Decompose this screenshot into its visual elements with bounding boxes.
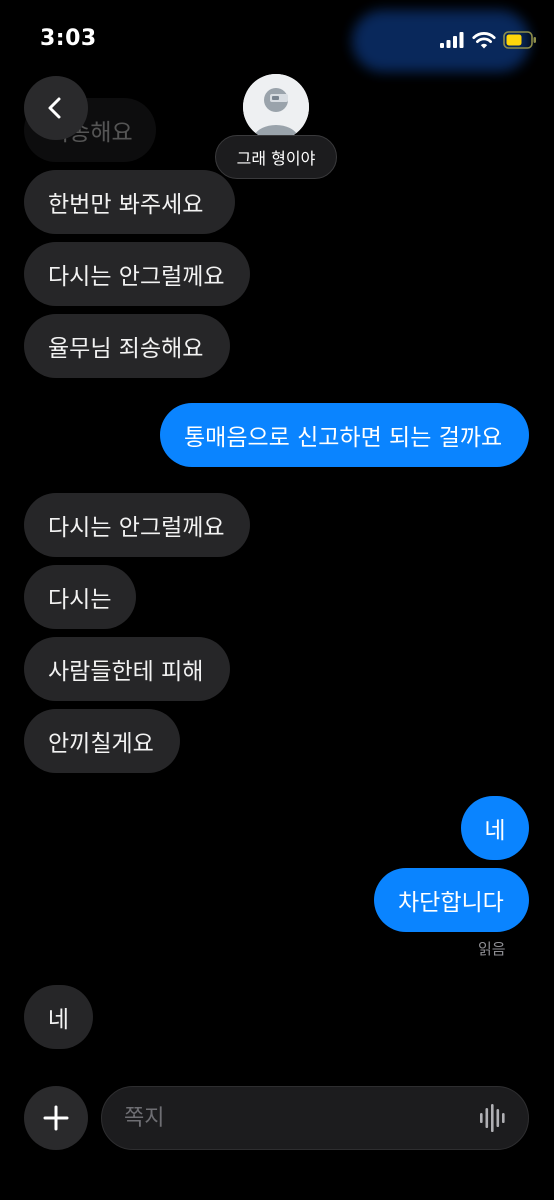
add-attachment-button[interactable] — [24, 1086, 88, 1150]
contact-avatar[interactable] — [243, 74, 309, 140]
message-bubble-incoming: 다시는 — [24, 565, 136, 629]
message-bubble-outgoing: 네 — [461, 796, 529, 860]
contact-name[interactable]: 그래 형이야 — [215, 135, 337, 179]
back-button[interactable] — [24, 76, 88, 140]
message-bubble-incoming: 다시는 안그럴께요 — [24, 242, 250, 306]
default-profile-icon — [243, 74, 309, 140]
wifi-icon — [472, 32, 496, 49]
voice-waveform-icon[interactable] — [478, 1102, 510, 1134]
message-bubble-incoming: 한번만 봐주세요 — [24, 170, 235, 234]
message-bubble-incoming: 사람들한테 피해 — [24, 637, 230, 701]
message-bubble-incoming: 안끼칠게요 — [24, 709, 180, 773]
read-receipt: 읽음 — [478, 940, 506, 958]
message-bubble-incoming: 네 — [24, 985, 93, 1049]
message-bubble-outgoing: 통매음으로 신고하면 되는 걸까요 — [160, 403, 529, 467]
message-input[interactable] — [101, 1086, 529, 1150]
cellular-signal-icon — [440, 32, 464, 48]
plus-icon — [43, 1105, 69, 1131]
message-bubble-incoming: 다시는 안그럴께요 — [24, 493, 250, 557]
status-bar: 3:03 — [0, 0, 554, 80]
message-bubble-outgoing: 차단합니다 — [374, 868, 529, 932]
chevron-left-icon — [48, 97, 61, 119]
battery-icon — [503, 31, 536, 49]
status-time: 3:03 — [40, 26, 97, 51]
message-bubble-incoming: 율무님 죄송해요 — [24, 314, 230, 378]
composer-bar — [0, 1080, 554, 1160]
